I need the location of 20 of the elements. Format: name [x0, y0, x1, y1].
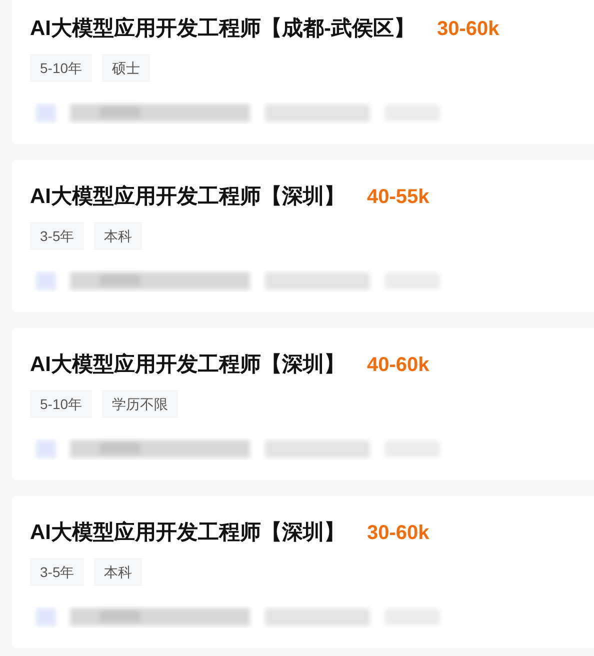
job-title: AI大模型应用开发工程师【深圳】: [30, 352, 345, 378]
job-card[interactable]: AI大模型应用开发工程师【深圳】 40-60k 5-10年 学历不限: [12, 328, 594, 480]
job-card[interactable]: AI大模型应用开发工程师【成都-武侯区】 30-60k 5-10年 硕士: [12, 0, 594, 144]
job-card[interactable]: AI大模型应用开发工程师【深圳】 40-55k 3-5年 本科: [12, 160, 594, 312]
job-title: AI大模型应用开发工程师【深圳】: [30, 520, 345, 546]
tag: 学历不限: [102, 390, 178, 418]
job-card[interactable]: AI大模型应用开发工程师【深圳】 30-60k 3-5年 本科: [12, 496, 594, 648]
job-title: AI大模型应用开发工程师【深圳】: [30, 184, 345, 210]
tag: 3-5年: [30, 558, 84, 586]
job-title: AI大模型应用开发工程师【成都-武侯区】: [30, 16, 415, 42]
salary: 40-55k: [367, 185, 430, 210]
salary: 30-60k: [437, 17, 500, 42]
tag: 3-5年: [30, 222, 84, 250]
tag: 5-10年: [30, 54, 92, 82]
salary: 30-60k: [367, 521, 430, 546]
tag: 本科: [94, 222, 142, 250]
tag: 5-10年: [30, 390, 92, 418]
salary: 40-60k: [367, 353, 430, 378]
tag: 本科: [94, 558, 142, 586]
tag: 硕士: [102, 54, 150, 82]
